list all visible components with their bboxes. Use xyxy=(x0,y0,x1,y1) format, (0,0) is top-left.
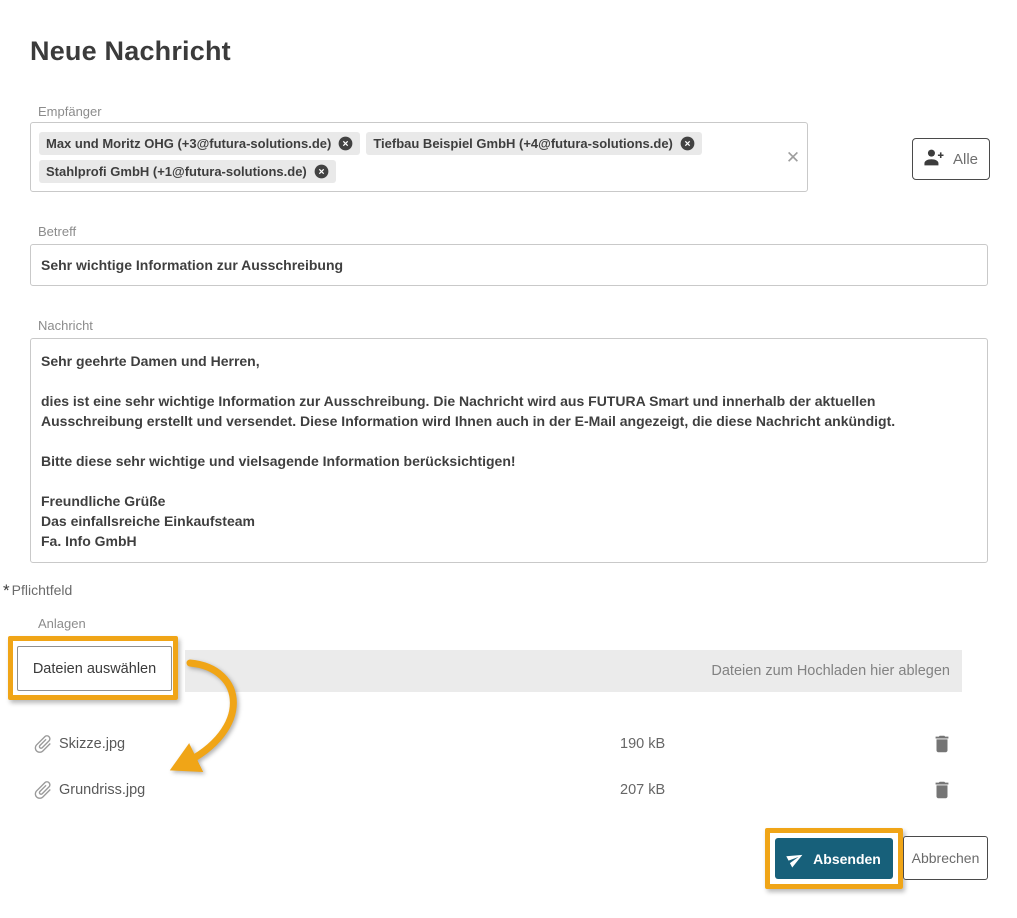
attachment-size: 190 kB xyxy=(620,736,665,752)
person-add-icon xyxy=(924,147,945,172)
subject-label: Betreff xyxy=(38,224,76,239)
send-icon xyxy=(787,850,804,867)
recipient-chip: Max und Moritz OHG (+3@futura-solutions.… xyxy=(39,132,360,155)
attachment-row: Skizze.jpg 190 kB xyxy=(30,731,970,759)
clear-recipients-icon[interactable]: ✕ xyxy=(783,148,803,168)
subject-input[interactable] xyxy=(30,244,988,286)
attachment-name: Skizze.jpg xyxy=(59,736,125,752)
page-title: Neue Nachricht xyxy=(30,36,231,67)
attachment-name: Grundriss.jpg xyxy=(59,782,145,798)
chip-remove-icon[interactable] xyxy=(680,136,695,151)
paperclip-icon xyxy=(32,733,54,760)
chip-remove-icon[interactable] xyxy=(338,136,353,151)
attachment-size: 207 kB xyxy=(620,782,665,798)
recipient-chip: Tiefbau Beispiel GmbH (+4@futura-solutio… xyxy=(366,132,702,155)
chip-remove-icon[interactable] xyxy=(314,164,329,179)
required-field-note: *Pflichtfeld xyxy=(3,581,72,601)
add-all-recipients-label: Alle xyxy=(953,151,978,168)
dropzone-hint: Dateien zum Hochladen hier ablegen xyxy=(711,663,950,679)
attachment-row: Grundriss.jpg 207 kB xyxy=(30,777,970,805)
recipient-chip: Stahlprofi GmbH (+1@futura-solutions.de) xyxy=(39,160,336,183)
required-asterisk: * xyxy=(3,581,10,600)
recipient-chip-label: Tiefbau Beispiel GmbH (+4@futura-solutio… xyxy=(373,136,673,151)
send-button[interactable]: Absenden xyxy=(775,838,893,879)
recipient-chip-label: Stahlprofi GmbH (+1@futura-solutions.de) xyxy=(46,164,307,179)
file-dropzone[interactable]: Dateien zum Hochladen hier ablegen xyxy=(185,650,962,692)
send-button-label: Absenden xyxy=(813,851,881,867)
required-text: Pflichtfeld xyxy=(12,582,73,598)
recipients-field[interactable]: Max und Moritz OHG (+3@futura-solutions.… xyxy=(30,122,808,192)
delete-attachment-icon[interactable] xyxy=(931,733,953,760)
cancel-button[interactable]: Abbrechen xyxy=(903,836,988,880)
annotation-arrow xyxy=(145,650,275,785)
recipients-label: Empfänger xyxy=(38,104,102,119)
message-textarea[interactable]: Sehr geehrte Damen und Herren, dies ist … xyxy=(30,338,988,563)
delete-attachment-icon[interactable] xyxy=(931,779,953,806)
attachments-label: Anlagen xyxy=(38,616,86,631)
add-all-recipients-button[interactable]: Alle xyxy=(912,138,990,180)
message-label: Nachricht xyxy=(38,318,93,333)
recipient-chip-label: Max und Moritz OHG (+3@futura-solutions.… xyxy=(46,136,331,151)
paperclip-icon xyxy=(32,779,54,806)
